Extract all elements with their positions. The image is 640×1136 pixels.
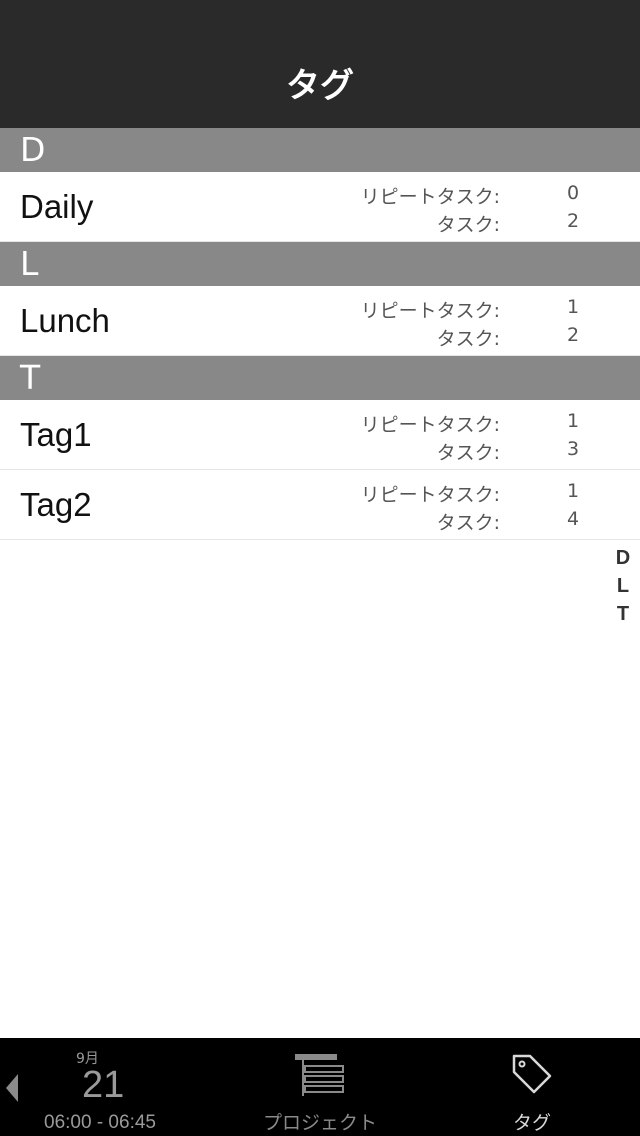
date-day: 21 (82, 1064, 125, 1106)
tasks-label: タスク: (436, 328, 500, 350)
repeat-tasks-label: リピートタスク: (360, 484, 500, 506)
repeat-tasks-label: リピートタスク: (360, 414, 500, 436)
tag-row-daily[interactable]: Daily リピートタスク: 0 タスク: 2 (0, 172, 640, 242)
tab-tags[interactable]: タグ (482, 1038, 582, 1136)
tag-list: D Daily リピートタスク: 0 タスク: 2 L Lunch リピートタス… (0, 128, 640, 540)
repeat-tasks-label: リピートタスク: (360, 186, 500, 208)
index-letter-d[interactable]: D (614, 544, 632, 572)
project-tree-icon (295, 1054, 344, 1096)
index-letter-t[interactable]: T (614, 600, 632, 628)
page-title: タグ (286, 66, 354, 106)
index-letter-l[interactable]: L (614, 572, 632, 600)
tasks-count: 2 (566, 210, 580, 232)
tab-bar: 9月 21 06:00 - 06:45 プロジェクト タグ (0, 1038, 640, 1136)
tag-row-tag1[interactable]: Tag1 リピートタスク: 1 タスク: 3 (0, 400, 640, 470)
section-header-t: T (0, 356, 640, 400)
tasks-count: 2 (566, 324, 580, 346)
repeat-tasks-count: 1 (566, 480, 580, 502)
tag-name: Tag1 (20, 416, 92, 453)
tag-name: Daily (20, 188, 94, 225)
tab-projects[interactable]: プロジェクト (250, 1038, 390, 1136)
repeat-tasks-count: 1 (566, 410, 580, 432)
tag-icon (512, 1054, 552, 1094)
tasks-count: 4 (566, 508, 580, 530)
tag-name: Lunch (20, 302, 110, 339)
date-time-range: 06:00 - 06:45 (44, 1112, 156, 1133)
tasks-count: 3 (566, 438, 580, 460)
tab-tags-label: タグ (512, 1112, 551, 1134)
tasks-label: タスク: (436, 214, 500, 236)
section-index[interactable]: D L T (614, 544, 632, 628)
section-header-d: D (0, 128, 640, 172)
repeat-tasks-count: 0 (566, 182, 580, 204)
back-arrow-icon[interactable] (6, 1074, 18, 1102)
section-header-l: L (0, 242, 640, 286)
repeat-tasks-label: リピートタスク: (360, 300, 500, 322)
repeat-tasks-count: 1 (566, 296, 580, 318)
tab-projects-label: プロジェクト (262, 1112, 377, 1134)
tag-name: Tag2 (20, 486, 92, 523)
tag-row-lunch[interactable]: Lunch リピートタスク: 1 タスク: 2 (0, 286, 640, 356)
tag-row-tag2[interactable]: Tag2 リピートタスク: 1 タスク: 4 (0, 470, 640, 540)
navigation-bar: タグ (0, 0, 640, 128)
tasks-label: タスク: (436, 442, 500, 464)
tasks-label: タスク: (436, 512, 500, 534)
